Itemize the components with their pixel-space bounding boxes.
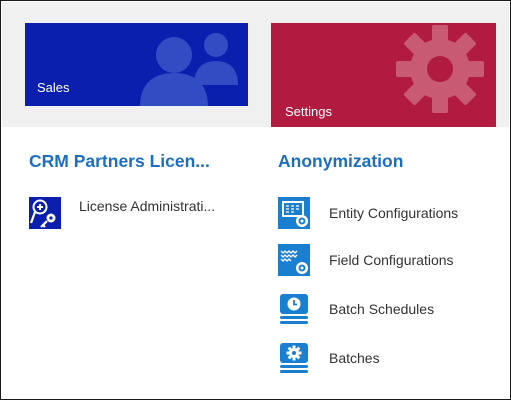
batch-schedules-item[interactable]: Batch Schedules [278, 293, 434, 325]
field-configurations-label: Field Configurations [329, 252, 454, 268]
crm-partners-group-title: CRM Partners Licen... [29, 151, 210, 171]
sales-tile[interactable]: Sales [25, 23, 248, 106]
batches-label: Batches [329, 350, 380, 366]
entity-config-icon [278, 197, 310, 229]
batch-schedules-label: Batch Schedules [329, 301, 435, 317]
field-config-icon [278, 244, 310, 276]
people-icon [140, 33, 238, 106]
entity-configurations-label: Entity Configurations [329, 205, 459, 221]
gear-icon [396, 25, 484, 113]
entity-configurations-item[interactable]: Entity Configurations [278, 197, 458, 229]
anonymization-group-title: Anonymization [278, 151, 404, 171]
settings-tile[interactable]: Settings [271, 23, 496, 127]
field-configurations-item[interactable]: Field Configurations [278, 244, 454, 276]
batches-item[interactable]: Batches [278, 342, 380, 374]
app-frame: Sales Settings CRM Partners Licen... Lic… [0, 0, 511, 400]
batch-schedule-icon [278, 293, 310, 325]
batches-icon [278, 342, 310, 374]
license-administration-item[interactable]: License Administrati... [29, 197, 215, 229]
settings-tile-label: Settings [285, 104, 332, 119]
license-administration-label: License Administrati... [79, 198, 216, 214]
sales-tile-label: Sales [37, 80, 70, 95]
license-key-icon [29, 197, 61, 229]
